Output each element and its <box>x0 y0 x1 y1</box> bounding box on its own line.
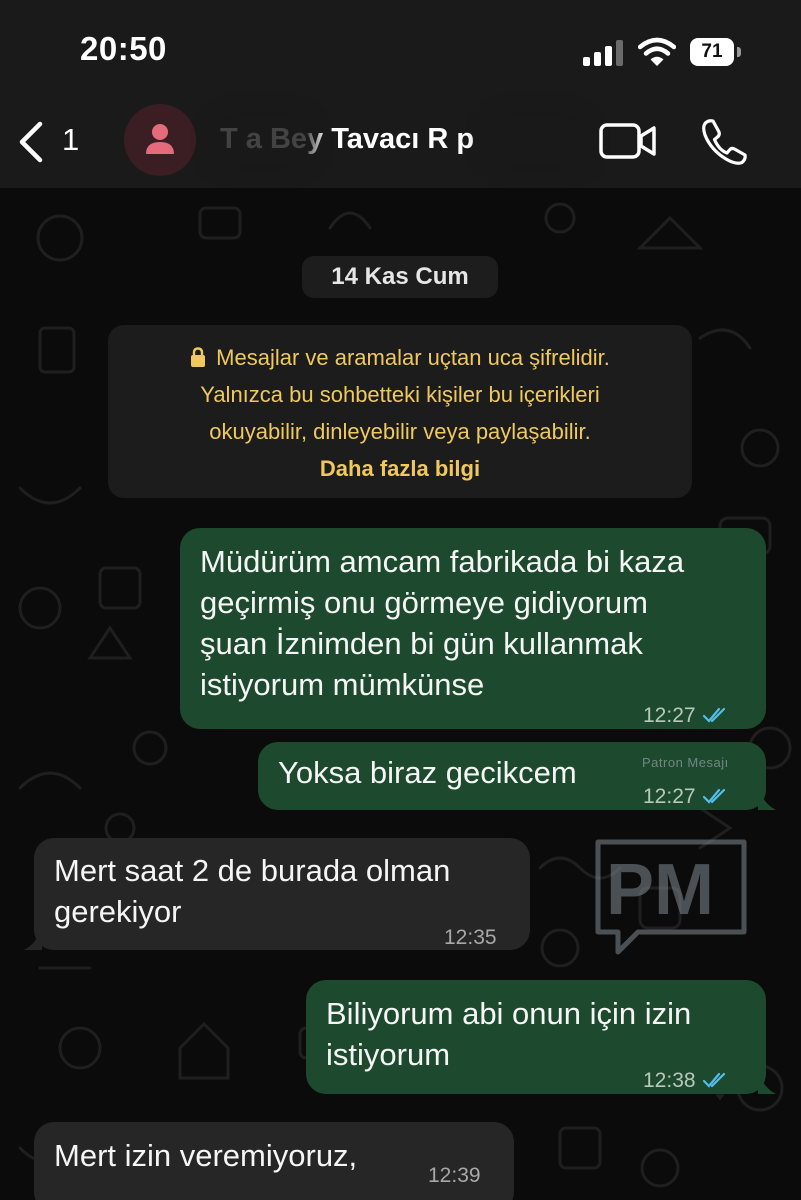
status-bar: 20:50 71 <box>0 0 801 100</box>
cellular-signal-icon <box>583 40 623 66</box>
message-line: Yoksa biraz gecikcem <box>278 755 577 790</box>
phone-icon[interactable] <box>700 118 748 166</box>
unread-count[interactable]: 1 <box>62 122 79 158</box>
learn-more-link[interactable]: Daha fazla bilgi <box>108 450 692 487</box>
svg-text:PM: PM <box>606 850 714 930</box>
message-line: Mert saat 2 de burada olman <box>54 853 451 888</box>
message-bubble-incoming[interactable]: Mert izin veremiyoruz, 12:39 <box>34 1122 514 1200</box>
chevron-left-icon[interactable] <box>16 120 46 164</box>
status-time: 20:50 <box>80 30 167 67</box>
message-line: şuan İznimden bi gün kullanmak <box>200 626 643 661</box>
battery-level: 71 <box>701 41 723 62</box>
chat-area[interactable]: 14 Kas Cum Mesajlar ve aramalar uçtan uc… <box>0 188 801 1200</box>
video-camera-icon[interactable] <box>598 118 658 164</box>
message-line: gerekiyor <box>54 894 182 929</box>
bubble-tail <box>758 1072 776 1094</box>
read-receipt-icon <box>702 1072 725 1088</box>
battery-icon: 71 <box>690 38 746 66</box>
message-line: istiyorum mümkünse <box>200 667 485 702</box>
person-icon <box>146 124 174 154</box>
encryption-line-2: Yalnızca bu sohbetteki kişiler bu içerik… <box>200 382 600 407</box>
message-line: Müdürüm amcam fabrikada bi kaza <box>200 544 685 579</box>
message-bubble-outgoing[interactable]: Biliyorum abi onun için izin istiyorum 1… <box>306 980 766 1094</box>
read-receipt-icon <box>702 788 725 804</box>
date-separator: 14 Kas Cum <box>302 256 498 298</box>
encryption-line-1: Mesajlar ve aramalar uçtan uca şifrelidi… <box>216 345 610 370</box>
encryption-notice[interactable]: Mesajlar ve aramalar uçtan uca şifrelidi… <box>108 325 692 498</box>
message-time: 12:39 <box>428 1164 481 1187</box>
message-time: 12:38 <box>643 1069 696 1092</box>
wifi-icon <box>638 37 676 66</box>
message-line: istiyorum <box>326 1037 451 1072</box>
avatar[interactable] <box>124 104 196 176</box>
encryption-line-3: okuyabilir, dinleyebilir veya paylaşabil… <box>209 419 591 444</box>
chat-header: 1 T a Bey Tavacı R p <box>0 100 801 188</box>
bubble-tail <box>758 788 776 810</box>
lock-icon <box>191 347 206 367</box>
read-receipt-icon <box>702 707 725 723</box>
message-bubble-outgoing[interactable]: Müdürüm amcam fabrikada bi kaza geçirmiş… <box>180 528 766 729</box>
watermark-logo: PM <box>595 839 747 955</box>
bubble-tail <box>24 928 42 950</box>
message-time: 12:27 <box>643 785 696 808</box>
message-time: 12:27 <box>643 704 696 727</box>
redaction-mark <box>214 118 310 164</box>
message-line: geçirmiş onu görmeye gidiyorum <box>200 585 648 620</box>
redaction-mark <box>488 118 586 164</box>
message-bubble-incoming[interactable]: Mert saat 2 de burada olman gerekiyor 12… <box>34 838 530 950</box>
message-line: Mert izin veremiyoruz, <box>54 1138 358 1173</box>
watermark-caption: Patron Mesajı <box>642 755 729 770</box>
message-bubble-outgoing[interactable]: Yoksa biraz gecikcem 12:27 <box>258 742 766 810</box>
message-line: Biliyorum abi onun için izin <box>326 996 692 1031</box>
message-time: 12:35 <box>444 926 497 949</box>
